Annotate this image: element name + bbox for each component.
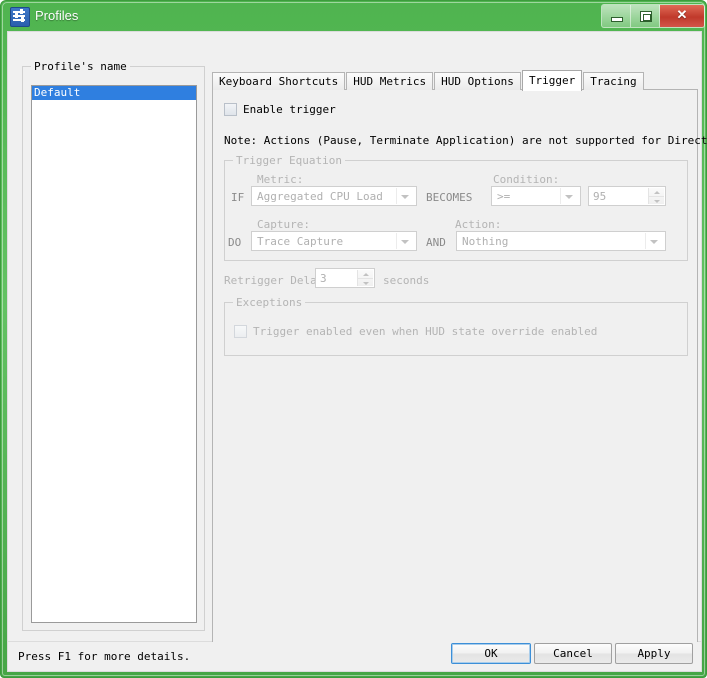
checkbox-box (234, 325, 247, 338)
condition-dropdown[interactable]: >= (491, 186, 581, 206)
trigger-note: Note: Actions (Pause, Terminate Applicat… (224, 134, 707, 147)
profile-name-legend: Profile's name (31, 60, 130, 73)
retrigger-delay-spinner[interactable]: 3 (315, 268, 375, 288)
spinner-buttons[interactable] (648, 188, 664, 204)
tab-tracing[interactable]: Tracing (583, 72, 644, 90)
checkbox-box (224, 103, 237, 116)
profiles-window: Profiles ✕ Profile's name Default New De… (0, 0, 707, 678)
hud-override-label: Trigger enabled even when HUD state over… (253, 325, 598, 338)
profile-list[interactable]: Default (31, 85, 197, 623)
spinner-up-icon[interactable] (358, 270, 373, 278)
profile-name-group: Profile's name Default (22, 60, 205, 631)
action-label: Action: (455, 218, 502, 231)
combo-separator (560, 188, 561, 204)
apply-button[interactable]: Apply (615, 643, 693, 664)
condition-value: >= (497, 190, 511, 203)
retrigger-delay-label: Retrigger Delay (224, 274, 324, 287)
tab-hud-metrics[interactable]: HUD Metrics (346, 72, 434, 90)
exceptions-legend: Exceptions (233, 296, 306, 309)
metric-label: Metric: (257, 173, 304, 186)
close-button[interactable]: ✕ (660, 5, 704, 27)
title-bar[interactable]: Profiles ✕ (1, 1, 707, 31)
and-label: AND (426, 236, 446, 249)
condition-label: Condition: (493, 173, 560, 186)
maximize-button[interactable] (631, 5, 660, 27)
combo-separator (396, 188, 397, 204)
action-value: Nothing (462, 235, 509, 248)
settings-tab-control: Keyboard Shortcuts HUD Metrics HUD Optio… (212, 69, 707, 665)
hud-override-checkbox[interactable]: Trigger enabled even when HUD state over… (234, 325, 597, 338)
becomes-label: BECOMES (426, 191, 473, 204)
tab-hud-options[interactable]: HUD Options (434, 72, 521, 90)
threshold-value: 95 (593, 190, 607, 203)
seconds-label: seconds (383, 274, 430, 287)
threshold-spinner[interactable]: 95 (588, 186, 666, 206)
window-controls: ✕ (601, 4, 705, 28)
combo-separator (396, 233, 397, 249)
chevron-down-icon (650, 240, 658, 244)
capture-value: Trace Capture (257, 235, 344, 248)
minimize-icon (611, 17, 623, 22)
spinner-down-icon[interactable] (649, 196, 664, 205)
status-hint: Press F1 for more details. (18, 650, 191, 663)
spinner-up-icon[interactable] (649, 188, 664, 196)
spinner-buttons[interactable] (357, 270, 373, 286)
minimize-button[interactable] (602, 5, 631, 27)
window-title: Profiles (35, 8, 79, 23)
metric-dropdown[interactable]: Aggregated CPU Load (251, 186, 417, 206)
do-label: DO (228, 236, 242, 249)
chevron-down-icon (565, 195, 573, 199)
list-item[interactable]: Default (32, 86, 196, 100)
chevron-down-icon (401, 240, 409, 244)
close-icon: ✕ (676, 7, 688, 22)
sliders-icon (10, 7, 30, 27)
enable-trigger-checkbox[interactable]: Enable trigger (224, 103, 336, 116)
combo-separator (645, 233, 646, 249)
exceptions-group: Exceptions Trigger enabled even when HUD… (224, 296, 688, 356)
action-dropdown[interactable]: Nothing (456, 231, 666, 251)
cancel-button[interactable]: Cancel (534, 643, 612, 664)
tab-strip: Keyboard Shortcuts HUD Metrics HUD Optio… (212, 69, 645, 91)
capture-label: Capture: (257, 218, 310, 231)
restore-icon (640, 11, 652, 22)
chevron-down-icon (401, 195, 409, 199)
trigger-tab-panel: Enable trigger Note: Actions (Pause, Ter… (212, 89, 707, 665)
retrigger-delay-value: 3 (320, 272, 327, 285)
trigger-equation-legend: Trigger Equation (233, 154, 345, 167)
enable-trigger-label: Enable trigger (243, 103, 336, 116)
ok-button[interactable]: OK (451, 643, 531, 664)
if-label: IF (231, 191, 245, 204)
trigger-equation-group: Trigger Equation Metric: Condition: IF A… (224, 154, 688, 261)
spinner-down-icon[interactable] (358, 278, 373, 287)
dialog-client-area: Profile's name Default New Delete Keyboa… (7, 31, 707, 665)
tab-keyboard-shortcuts[interactable]: Keyboard Shortcuts (212, 72, 346, 90)
tab-trigger[interactable]: Trigger (521, 70, 583, 91)
capture-dropdown[interactable]: Trace Capture (251, 231, 417, 251)
metric-value: Aggregated CPU Load (257, 190, 383, 203)
